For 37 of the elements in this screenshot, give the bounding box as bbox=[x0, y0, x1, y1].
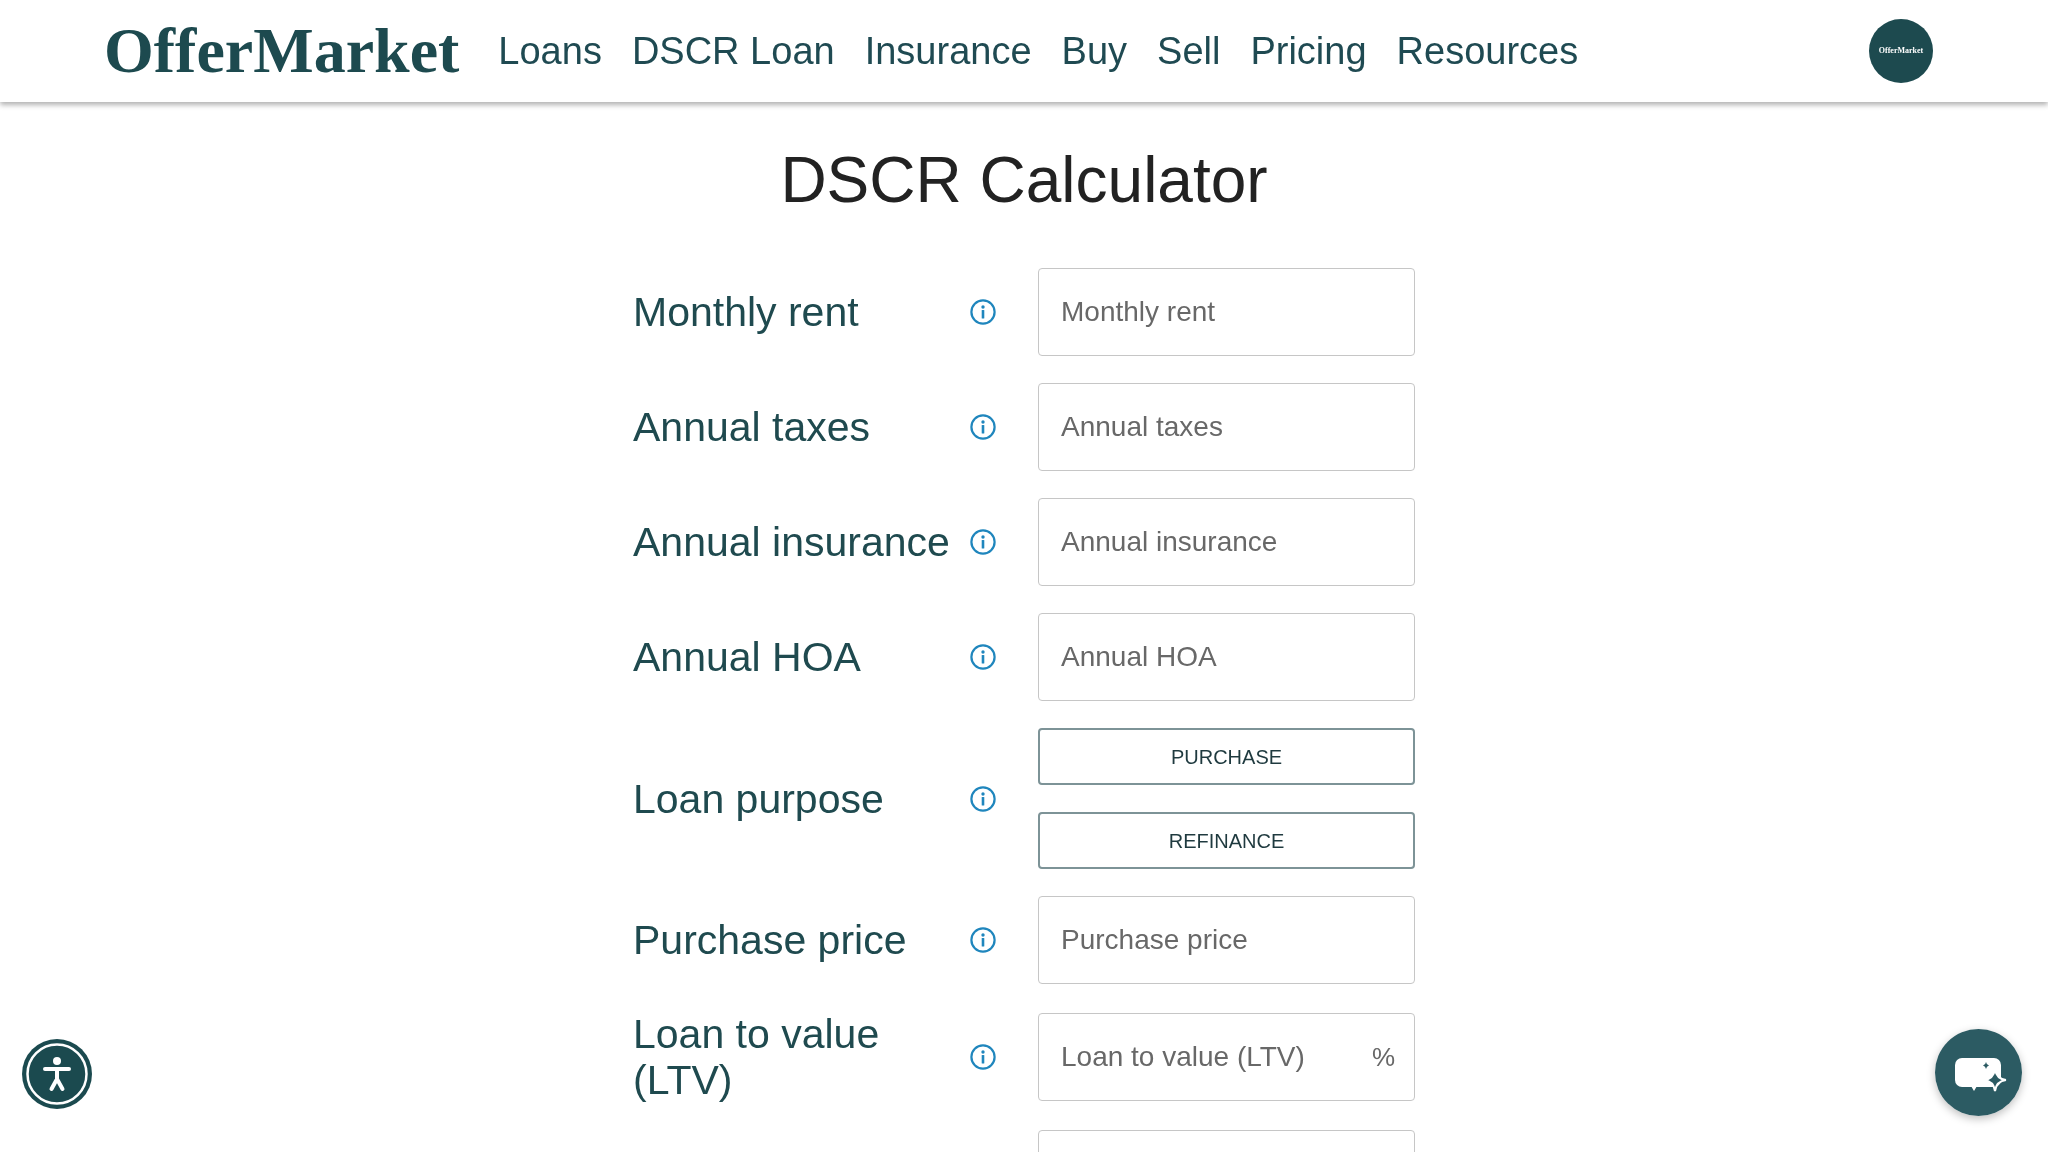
chat-button[interactable] bbox=[1935, 1029, 2022, 1116]
avatar-logo-text: OfferMarket bbox=[1878, 47, 1924, 55]
info-icon[interactable] bbox=[970, 927, 996, 953]
field-label: Monthly rent bbox=[633, 289, 859, 335]
option-button[interactable]: PURCHASE bbox=[1038, 728, 1415, 785]
chat-sparkle-icon bbox=[1935, 1029, 2022, 1116]
input-field[interactable]: Annual taxes bbox=[1038, 383, 1415, 471]
nav-link[interactable]: Resources bbox=[1396, 32, 1579, 70]
input-field[interactable]: Annual HOA bbox=[1038, 613, 1415, 701]
logo[interactable]: OfferMarket bbox=[104, 19, 460, 83]
info-icon[interactable] bbox=[970, 529, 996, 555]
nav-link[interactable]: Sell bbox=[1157, 32, 1221, 70]
unit-label: % bbox=[1371, 1044, 1395, 1070]
info-icon[interactable] bbox=[970, 1044, 996, 1070]
field-label: Annual HOA bbox=[633, 634, 861, 680]
option-button[interactable]: REFINANCE bbox=[1038, 812, 1415, 869]
nav-link[interactable]: DSCR Loan bbox=[631, 32, 835, 70]
nav-link[interactable]: Pricing bbox=[1250, 32, 1367, 70]
input-field[interactable]: Monthly rent bbox=[1038, 268, 1415, 356]
nav-link[interactable]: Buy bbox=[1061, 32, 1128, 70]
accessibility-icon bbox=[22, 1039, 92, 1109]
input-field[interactable]: Purchase price bbox=[1038, 896, 1415, 984]
accessibility-button[interactable] bbox=[22, 1039, 92, 1109]
nav-link[interactable]: Insurance bbox=[864, 32, 1032, 70]
field-label: Loan to value (LTV) bbox=[633, 1011, 880, 1103]
input-field[interactable]: Annual insurance bbox=[1038, 498, 1415, 586]
page-title: DSCR Calculator bbox=[780, 148, 1268, 212]
avatar[interactable]: OfferMarket bbox=[1869, 19, 1933, 83]
field-label: Annual insurance bbox=[633, 519, 950, 565]
info-icon[interactable] bbox=[970, 644, 996, 670]
field-label: Purchase price bbox=[633, 917, 907, 963]
nav-link[interactable]: Loans bbox=[498, 32, 602, 70]
field-label: Annual taxes bbox=[633, 404, 871, 450]
info-icon[interactable] bbox=[970, 299, 996, 325]
info-icon[interactable] bbox=[970, 785, 996, 812]
info-icon[interactable] bbox=[970, 414, 996, 440]
field-label: Loan purpose bbox=[633, 775, 884, 822]
